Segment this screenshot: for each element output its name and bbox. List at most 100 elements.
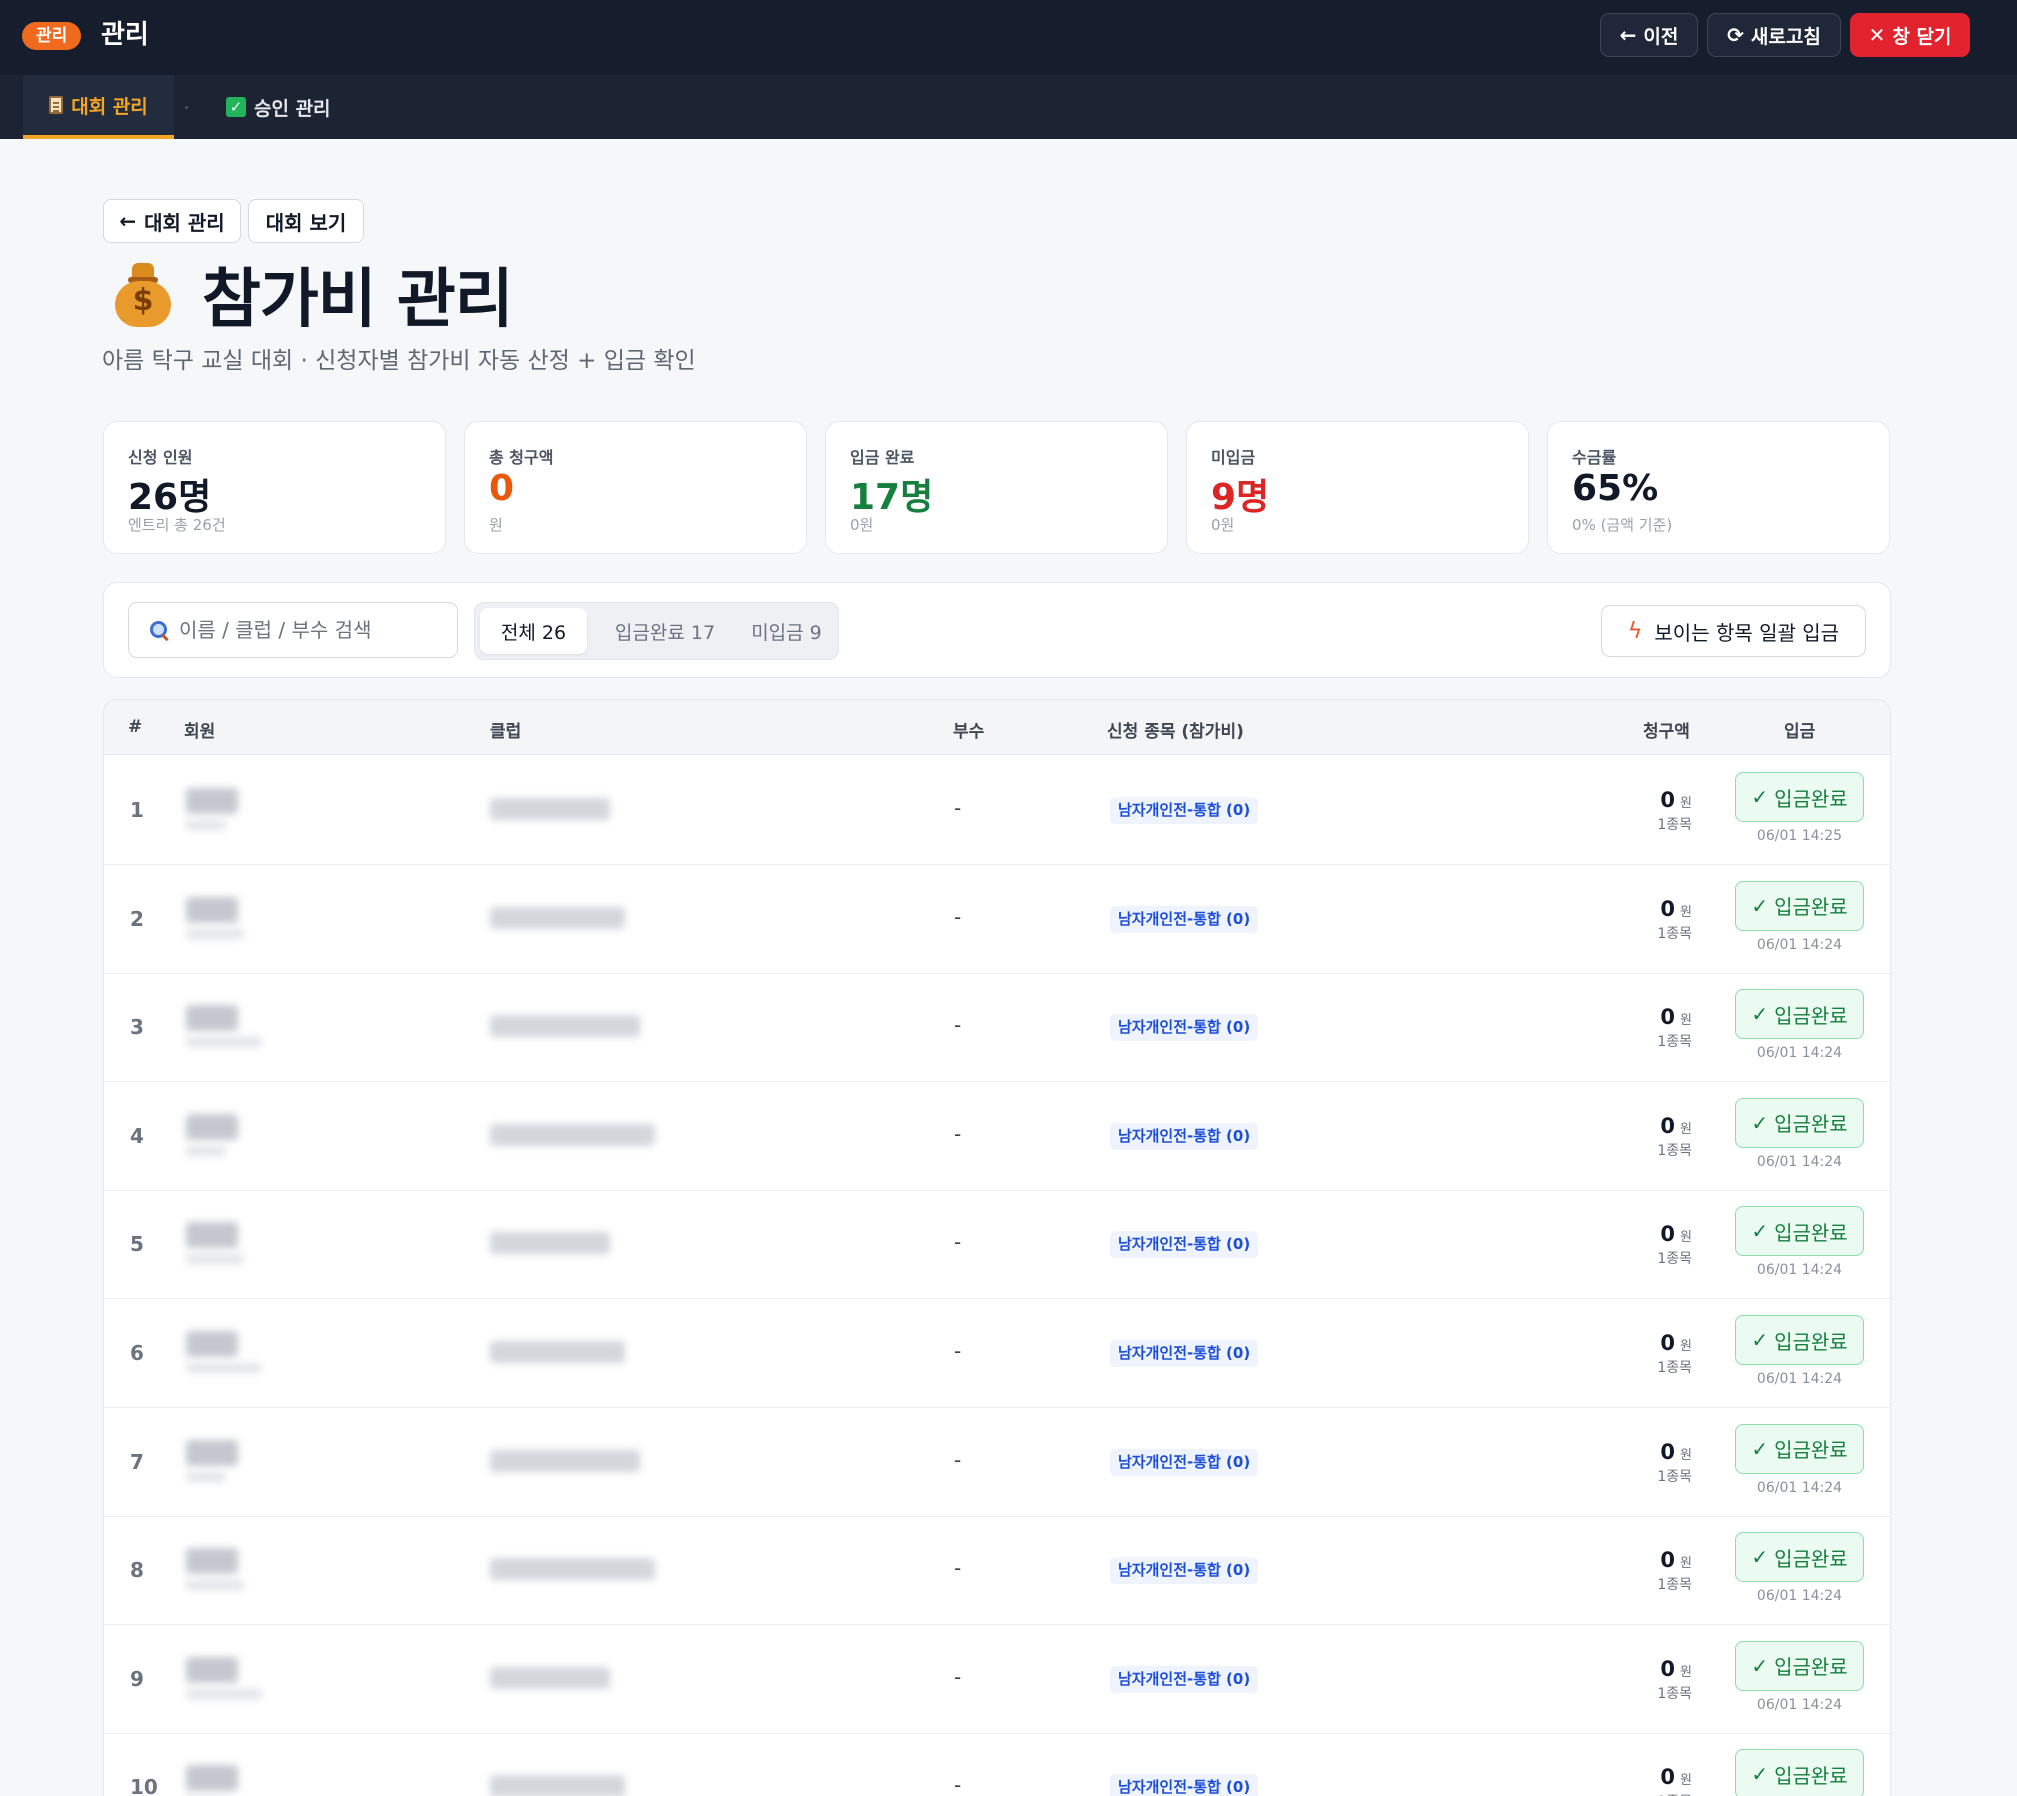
page-subtitle: 아름 탁구 교실 대회 · 신청자별 참가비 자동 산정 + 입금 확인 [102,348,696,374]
money-bag-icon: $ [112,261,174,327]
member-detail-redacted [186,1471,226,1482]
event-tag: 남자개인전-통합 (0) [1110,1774,1259,1796]
table-header: # 회원 클럽 부수 신청 종목 (참가비) 청구액 입금 [104,700,1890,755]
page-header: $ 참가비 관리 [112,258,514,337]
row-number: 2 [130,906,144,931]
filter-all[interactable]: 전체 26 [480,608,587,654]
club-name-redacted [490,1666,610,1689]
payment-status-button[interactable]: ✓ 입금완료 [1735,1532,1864,1583]
amount-cell: 0 원 1종목 [1657,1114,1692,1160]
stat-note: 엔트리 총 26건 [128,516,226,534]
tab-label: 대회 관리 [71,95,148,118]
refresh-button[interactable]: ⟳ 새로고침 [1707,13,1841,57]
event-count: 1종목 [1657,1468,1692,1485]
payment-status-label: 입금완료 [1774,895,1848,920]
tab-label: 승인 관리 [254,97,331,120]
stat-label: 미입금 [1211,448,1256,467]
amount-value: 0 [1660,896,1675,921]
table-row: 7 - 남자개인전-통합 (0) 0 원 1종목 ✓ 입금완료 06/01 14:24 [104,1408,1890,1517]
payment-timestamp: 06/01 14:24 [1756,936,1843,953]
back-to-tournaments-button[interactable]: ← 대회 관리 [103,199,241,243]
close-button-label: 창 닫기 [1892,25,1952,48]
member-detail-redacted [186,820,226,830]
member-name-redacted [186,1656,238,1683]
filter-unpaid[interactable]: 미입금 9 [739,608,834,654]
event-count: 1종목 [1657,1791,1692,1796]
division-value: - [954,1556,962,1581]
table-row: 8 - 남자개인전-통합 (0) 0 원 1종목 ✓ 입금완료 06/01 14:24 [104,1516,1890,1626]
view-tournament-button[interactable]: 대회 보기 [248,199,364,243]
bulk-payment-button[interactable]: ϟ 보이는 항목 일괄 입금 [1601,605,1866,657]
amount-value: 0 [1660,1222,1675,1247]
payment-status-button[interactable]: ✓ 입금완료 [1735,989,1864,1040]
payment-status-button[interactable]: ✓ 입금완료 [1735,772,1864,822]
stat-value: 26명 [128,477,212,518]
stat-note: 0% (금액 기준) [1572,516,1673,534]
check-icon: ✓ [1751,1002,1769,1027]
member-detail-redacted [186,1037,262,1048]
member-name-redacted [186,1005,238,1032]
division-value: - [954,1121,962,1146]
division-value: - [954,1664,962,1689]
event-count: 1종목 [1657,1142,1692,1159]
division-value: - [954,1773,962,1796]
payment-status-button[interactable]: ✓ 입금완료 [1735,1315,1864,1365]
close-icon: ✕ [1868,23,1886,47]
amount-cell: 0 원 1종목 [1657,1331,1692,1377]
row-number: 5 [130,1232,144,1257]
back-button[interactable]: ← 이전 [1600,13,1698,57]
amount-value: 0 [1660,1331,1675,1355]
payment-status-button[interactable]: ✓ 입금완료 [1735,1097,1864,1148]
amount-unit: 원 [1680,1556,1692,1572]
division-value: - [954,1447,962,1472]
amount-unit: 원 [1680,1230,1692,1246]
row-number: 1 [130,798,144,822]
lightning-icon: ϟ [1627,618,1643,644]
close-window-button[interactable]: ✕ 창 닫기 [1850,13,1970,57]
payment-status-button[interactable]: ✓ 입금완료 [1735,1640,1864,1691]
amount-unit: 원 [1680,904,1692,920]
payment-timestamp: 06/01 14:24 [1756,1262,1843,1279]
search-box [128,602,458,658]
payment-status-label: 입금완료 [1774,1003,1848,1028]
event-tag: 남자개인전-통합 (0) [1110,1665,1259,1693]
payment-status-button[interactable]: ✓ 입금완료 [1735,1749,1864,1796]
payment-timestamp: 06/01 14:24 [1756,1588,1843,1605]
stat-value: 0 [489,468,515,509]
division-value: - [954,1013,962,1038]
filter-paid[interactable]: 입금완료 17 [595,608,735,654]
stat-card-unpaid: 미입금 9명 0원 [1186,421,1529,554]
row-number: 9 [130,1666,144,1691]
payment-status-label: 입금완료 [1774,1220,1848,1245]
payment-status-button[interactable]: ✓ 입금완료 [1735,1206,1864,1257]
search-input[interactable] [179,618,439,642]
member-name-redacted [186,1548,238,1575]
stat-label: 입금 완료 [850,448,915,467]
member-detail-redacted [186,1580,244,1591]
stat-card-total-billed: 총 청구액 0 원 [464,421,807,554]
row-number: 4 [130,1123,144,1148]
clipboard-icon [49,96,64,114]
member-detail-redacted [186,1688,262,1699]
refresh-icon: ⟳ [1727,23,1744,47]
sub-nav: 대회 관리 ✓ 승인 관리 [0,75,2017,139]
payment-status-button[interactable]: ✓ 입금완료 [1735,1423,1864,1474]
table-row: 1 - 남자개인전-통합 (0) 0 원 1종목 ✓ 입금완료 06/01 14:25 [104,756,1890,865]
row-number: 8 [130,1558,144,1583]
col-club: 클럽 [490,722,522,742]
amount-cell: 0 원 1종목 [1657,1657,1692,1703]
payment-timestamp: 06/01 14:25 [1756,828,1843,844]
tab-separator [185,106,188,109]
member-detail-redacted [186,1363,262,1373]
table-row: 5 - 남자개인전-통합 (0) 0 원 1종목 ✓ 입금완료 06/01 14:24 [104,1190,1890,1300]
tab-approval-management[interactable]: ✓ 승인 관리 [226,75,331,139]
event-tag: 남자개인전-통합 (0) [1110,1014,1259,1042]
member-name-redacted [186,896,238,923]
table-row: 9 - 남자개인전-통합 (0) 0 원 1종목 ✓ 입금완료 06/01 14:24 [104,1625,1890,1734]
payment-status-button[interactable]: ✓ 입금완료 [1735,880,1864,931]
tab-tournament-management[interactable]: 대회 관리 [23,75,174,139]
event-tag: 남자개인전-통합 (0) [1110,905,1259,933]
event-tag: 남자개인전-통합 (0) [1110,1231,1259,1259]
member-detail-redacted [186,1145,226,1156]
table-row: 6 - 남자개인전-통합 (0) 0 원 1종목 ✓ 입금완료 06/01 14:24 [104,1299,1890,1408]
